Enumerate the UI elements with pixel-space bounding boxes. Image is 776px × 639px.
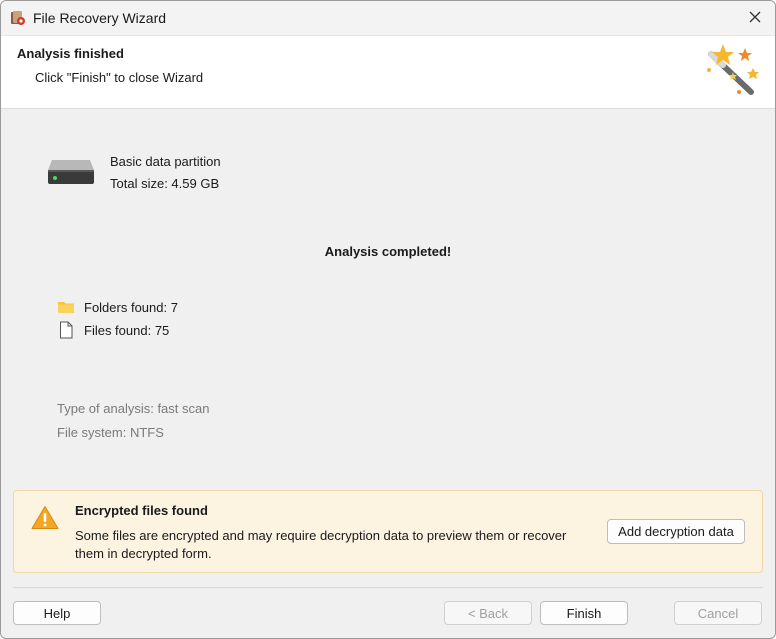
- folder-icon: [57, 298, 75, 316]
- analysis-type: Type of analysis: fast scan: [57, 401, 210, 416]
- close-icon: [749, 11, 761, 26]
- page-title: Analysis finished: [17, 46, 124, 61]
- partition-name: Basic data partition: [110, 154, 221, 169]
- file-system: File system: NTFS: [57, 425, 164, 440]
- file-icon: [57, 321, 75, 339]
- cancel-button[interactable]: Cancel: [674, 601, 762, 625]
- window-title: File Recovery Wizard: [33, 10, 167, 26]
- hard-drive-icon: [46, 157, 96, 187]
- page-subtitle: Click "Finish" to close Wizard: [35, 70, 204, 85]
- app-icon: [10, 10, 26, 26]
- footer-divider: [13, 587, 763, 588]
- add-decryption-data-button[interactable]: Add decryption data: [607, 519, 745, 544]
- title-bar: File Recovery Wizard: [1, 1, 775, 36]
- analysis-status: Analysis completed!: [324, 244, 452, 259]
- folders-found-label: Folders found: 7: [84, 299, 178, 315]
- finish-button[interactable]: Finish: [540, 601, 628, 625]
- encrypted-files-banner: Encrypted files found Some files are enc…: [13, 490, 763, 573]
- files-found: Files found: 75: [57, 321, 169, 339]
- help-button[interactable]: Help: [13, 601, 101, 625]
- partition-size: Total size: 4.59 GB: [110, 176, 220, 191]
- back-button[interactable]: < Back: [444, 601, 532, 625]
- magic-wand-icon: [703, 42, 763, 102]
- banner-message: Some files are encrypted and may require…: [75, 528, 567, 561]
- wizard-header: Analysis finished Click "Finish" to clos…: [1, 36, 775, 109]
- files-found-label: Files found: 75: [84, 322, 170, 338]
- warning-icon: [31, 505, 59, 530]
- wizard-window: File Recovery Wizard Analysis finished C…: [0, 0, 776, 639]
- banner-title: Encrypted files found: [75, 503, 208, 518]
- folders-found: Folders found: 7: [57, 298, 178, 316]
- close-button[interactable]: [735, 1, 775, 35]
